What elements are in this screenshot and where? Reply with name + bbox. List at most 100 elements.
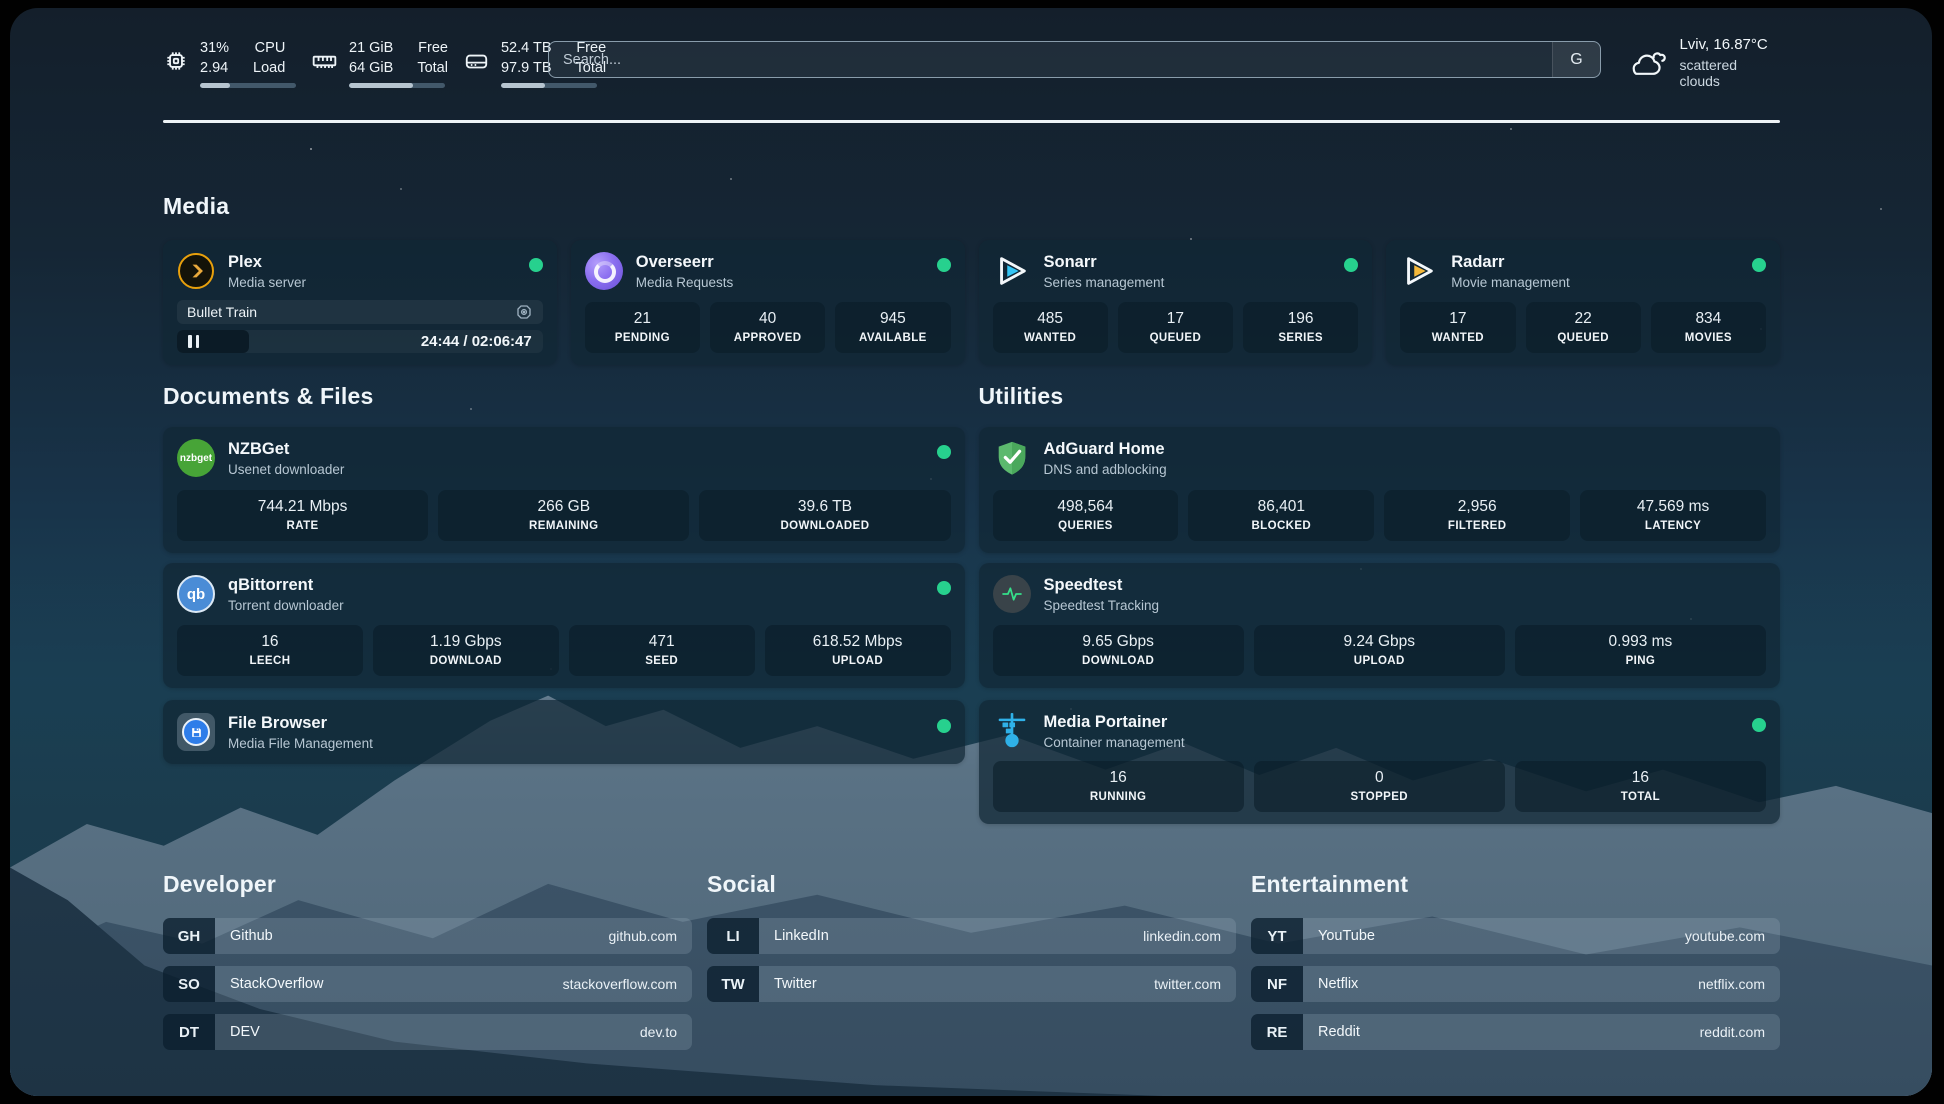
section-title-documents: Documents & Files (163, 383, 965, 410)
bookmark-abbr: DT (163, 1014, 215, 1050)
bookmark-abbr: YT (1251, 918, 1303, 954)
bookmark-abbr: SO (163, 966, 215, 1002)
bookmark-url: linkedin.com (1143, 928, 1221, 944)
bookmark-dev[interactable]: DT DEV dev.to (163, 1014, 692, 1050)
sonarr-icon (993, 252, 1031, 290)
stat-download: 1.19 GbpsDOWNLOAD (373, 625, 559, 676)
documents-column: Documents & Files nzbget NZBGet Usenet d… (163, 383, 965, 824)
app-subtitle: Media server (228, 275, 516, 290)
stat-total: 16TOTAL (1515, 761, 1766, 812)
memory-free-value: 21 GiB (349, 38, 393, 58)
bookmark-name: Twitter (774, 976, 1154, 992)
bookmark-abbr: RE (1251, 1014, 1303, 1050)
speedtest-icon (993, 575, 1031, 613)
bookmark-netflix[interactable]: NF Netflix netflix.com (1251, 966, 1780, 1002)
bookmark-name: YouTube (1318, 928, 1685, 944)
cpu-icon (163, 48, 189, 74)
pause-icon[interactable] (188, 335, 199, 348)
bookmarks-social: Social LI LinkedIn linkedin.com TW Twitt… (707, 871, 1236, 1062)
bookmark-youtube[interactable]: YT YouTube youtube.com (1251, 918, 1780, 954)
app-subtitle: Media File Management (228, 736, 924, 751)
card-nzbget[interactable]: nzbget NZBGet Usenet downloader 744.21 M… (163, 427, 965, 553)
playback-progress-row[interactable]: 24:44 / 02:06:47 (177, 330, 543, 354)
memory-progress-bar (349, 83, 445, 88)
bookmarks-developer: Developer GH Github github.com SO StackO… (163, 871, 692, 1062)
memory-total-label: Total (417, 58, 448, 78)
section-title-developer: Developer (163, 871, 692, 898)
bookmark-url: stackoverflow.com (563, 976, 677, 992)
card-adguard[interactable]: AdGuard Home DNS and adblocking 498,564Q… (979, 427, 1781, 553)
app-name: Plex (228, 253, 516, 272)
search-engine-button[interactable]: G (1552, 42, 1600, 77)
storage-total-value: 97.9 TB (501, 58, 552, 78)
cpu-metric: 31% 2.94 CPU Load (163, 38, 296, 88)
bookmark-abbr: LI (707, 918, 759, 954)
cpu-usage-value: 31% (200, 38, 229, 58)
top-bar: 31% 2.94 CPU Load (163, 8, 1780, 108)
stat-leech: 16LEECH (177, 625, 363, 676)
filebrowser-icon (177, 713, 215, 751)
stat-queries: 498,564QUERIES (993, 490, 1179, 541)
bookmark-url: dev.to (640, 1024, 677, 1040)
status-online-dot (937, 719, 951, 733)
bookmark-url: netflix.com (1698, 976, 1765, 992)
now-playing-row[interactable]: Bullet Train (177, 300, 543, 324)
card-plex[interactable]: Plex Media server Bullet Train 24:44 / 0 (163, 240, 557, 365)
utilities-column: Utilities AdGuard Home (979, 383, 1781, 824)
status-online-dot (1752, 718, 1766, 732)
card-qbittorrent[interactable]: qb qBittorrent Torrent downloader 16LEEC… (163, 563, 965, 688)
bookmark-name: StackOverflow (230, 976, 563, 992)
search-input[interactable] (549, 42, 1552, 77)
card-radarr[interactable]: Radarr Movie management 17WANTED 22QUEUE… (1386, 240, 1780, 365)
stat-filtered: 2,956FILTERED (1384, 490, 1570, 541)
portainer-icon (993, 712, 1031, 750)
app-name: File Browser (228, 714, 924, 733)
memory-total-value: 64 GiB (349, 58, 393, 78)
app-subtitle: Movie management (1451, 275, 1739, 290)
section-title-media: Media (163, 193, 229, 220)
bookmark-linkedin[interactable]: LI LinkedIn linkedin.com (707, 918, 1236, 954)
floppy-icon (190, 726, 203, 739)
app-name: Radarr (1451, 253, 1739, 272)
now-playing-title: Bullet Train (187, 304, 515, 320)
bookmark-stackoverflow[interactable]: SO StackOverflow stackoverflow.com (163, 966, 692, 1002)
bookmark-abbr: GH (163, 918, 215, 954)
cpu-progress-bar (200, 83, 296, 88)
weather-condition: scattered clouds (1679, 57, 1780, 89)
stat-wanted: 17WANTED (1400, 302, 1515, 353)
app-name: NZBGet (228, 440, 924, 459)
app-name: Media Portainer (1044, 713, 1740, 732)
bookmark-name: Netflix (1318, 976, 1698, 992)
card-filebrowser[interactable]: File Browser Media File Management (163, 700, 965, 764)
status-online-dot (529, 258, 543, 272)
stat-seed: 471SEED (569, 625, 755, 676)
qbittorrent-icon: qb (177, 575, 215, 613)
stat-download: 9.65 GbpsDOWNLOAD (993, 625, 1244, 676)
media-cards-row: Plex Media server Bullet Train 24:44 / 0 (163, 240, 1780, 365)
overseerr-icon (585, 252, 623, 290)
weather-widget[interactable]: Lviv, 16.87°C scattered clouds (1627, 36, 1780, 89)
stat-running: 16RUNNING (993, 761, 1244, 812)
bookmark-github[interactable]: GH Github github.com (163, 918, 692, 954)
stat-stopped: 0STOPPED (1254, 761, 1505, 812)
app-subtitle: Media Requests (636, 275, 924, 290)
stat-movies: 834MOVIES (1651, 302, 1766, 353)
bookmark-url: twitter.com (1154, 976, 1221, 992)
app-name: AdGuard Home (1044, 440, 1767, 459)
nzbget-icon: nzbget (177, 439, 215, 477)
bookmark-reddit[interactable]: RE Reddit reddit.com (1251, 1014, 1780, 1050)
bookmark-twitter[interactable]: TW Twitter twitter.com (707, 966, 1236, 1002)
bookmark-name: Github (230, 928, 609, 944)
section-title-entertainment: Entertainment (1251, 871, 1780, 898)
stat-queued: 17QUEUED (1118, 302, 1233, 353)
bookmark-name: Reddit (1318, 1024, 1700, 1040)
stat-downloaded: 39.6 TBDOWNLOADED (699, 490, 950, 541)
status-online-dot (937, 581, 951, 595)
search-bar[interactable]: G (548, 41, 1601, 78)
card-portainer[interactable]: Media Portainer Container management 16R… (979, 700, 1781, 824)
card-sonarr[interactable]: Sonarr Series management 485WANTED 17QUE… (979, 240, 1373, 365)
card-overseerr[interactable]: Overseerr Media Requests 21PENDING 40APP… (571, 240, 965, 365)
app-name: Sonarr (1044, 253, 1332, 272)
card-speedtest[interactable]: Speedtest Speedtest Tracking 9.65 GbpsDO… (979, 563, 1781, 688)
stat-rate: 744.21 MbpsRATE (177, 490, 428, 541)
